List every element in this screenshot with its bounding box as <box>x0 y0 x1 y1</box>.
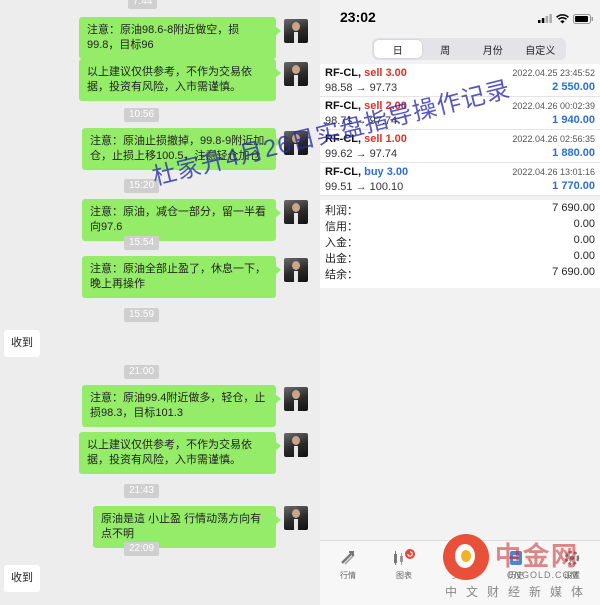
message-bubble[interactable]: 注意：原油，减仓一部分，留一半看向97.6 <box>82 199 281 241</box>
timestamp: 10:56 <box>124 108 160 122</box>
avatar[interactable] <box>284 200 308 224</box>
trade-prices: 99.51 → 100.10 <box>325 181 404 193</box>
message-bubble[interactable]: 注意：原油全部止盈了，休息一下，晚上再操作 <box>82 256 281 298</box>
status-clock: 23:02 <box>340 9 376 25</box>
timestamp: 15:59 <box>124 308 160 322</box>
summary-row-withdrawal: 出金： 0.00 <box>320 248 600 265</box>
trade-profit: 2 550.00 <box>552 81 595 93</box>
message-bubble[interactable]: 注意：原油99.4附近做多，轻仓，止损98.3，目标101.3 <box>82 385 281 427</box>
tab-week[interactable]: 周 <box>422 40 470 58</box>
summary-row-deposit: 入金： 0.00 <box>320 232 600 249</box>
timestamp: 22:09 <box>124 542 160 556</box>
avatar[interactable] <box>284 387 308 411</box>
trade-time: 2022.04.26 02:56:35 <box>512 134 595 144</box>
trade-row[interactable]: RF-CL, buy 3.00 2022.04.26 13:01:16 99.5… <box>320 163 600 196</box>
summary-row-credit: 信用： 0.00 <box>320 216 600 233</box>
message-bubble[interactable]: 注意：原油98.6-8附近做空，损99.8，目标96 <box>79 17 281 59</box>
trade-prices: 98.58 → 97.73 <box>325 82 398 94</box>
trade-profit: 1 770.00 <box>552 180 595 192</box>
logo-cn-text: 中金网 <box>495 541 580 571</box>
message-bubble[interactable]: 以上建议仅供参考，不作为交易依据，投资有风险，入市需谨慎。 <box>79 59 281 101</box>
timestamp: 15:54 <box>124 236 160 250</box>
summary-label: 结余： <box>325 269 358 281</box>
summary-value: 0.00 <box>573 218 595 230</box>
summary-value: 0.00 <box>573 234 595 246</box>
trade-side: buy 3.00 <box>364 166 409 178</box>
nav-chart[interactable]: 图表 <box>384 549 424 581</box>
received-message[interactable]: 收到 <box>4 330 40 357</box>
cngold-logo: 中金网 CNGOLD.COM 中文财经新媒体 <box>437 530 600 605</box>
message-bubble[interactable]: 以上建议仅供参考，不作为交易依据，投资有风险，入市需谨慎。 <box>79 432 281 474</box>
chat-panel[interactable]: 7:44 注意：原油98.6-8附近做空，损99.8，目标96 以上建议仅供参考… <box>0 0 320 605</box>
avatar[interactable] <box>284 19 308 43</box>
trade-time: 2022.04.25 23:45:52 <box>512 68 595 78</box>
message-bubble[interactable]: 原油是這 小止盈 行情动荡方向有点不明 <box>93 506 281 548</box>
trade-profit: 1 880.00 <box>552 147 595 159</box>
summary-value: 7 690.00 <box>552 202 595 214</box>
tab-month[interactable]: 月份 <box>469 40 517 58</box>
chart-icon <box>394 549 415 565</box>
trade-time: 2022.04.26 13:01:16 <box>512 167 595 177</box>
tab-day[interactable]: 日 <box>374 40 422 58</box>
trade-profit: 1 940.00 <box>552 114 595 126</box>
account-summary: 利润： 7 690.00 信用： 0.00 入金： 0.00 出金： 0.00 … <box>320 200 600 288</box>
trade-side: sell 3.00 <box>364 67 407 79</box>
trade-prices: 99.62 → 97.74 <box>325 148 398 160</box>
nav-label: 行情 <box>340 571 356 580</box>
logo-mark-icon <box>443 534 489 580</box>
logo-tagline: 中文财经新媒体 <box>445 585 593 599</box>
avatar[interactable] <box>284 506 308 530</box>
nav-quotes[interactable]: 行情 <box>328 549 368 581</box>
timestamp: 21:00 <box>124 365 160 379</box>
logo-en-text: CNGOLD.COM <box>507 570 580 580</box>
summary-row-profit: 利润： 7 690.00 <box>320 200 600 217</box>
wifi-icon <box>556 14 569 24</box>
summary-value: 0.00 <box>573 250 595 262</box>
signal-icon <box>538 14 552 23</box>
status-bar: 23:02 <box>320 0 600 34</box>
avatar[interactable] <box>284 62 308 86</box>
summary-value: 7 690.00 <box>552 266 595 278</box>
summary-row-balance: 结余： 7 690.00 <box>320 264 600 281</box>
quotes-icon <box>341 551 355 565</box>
nav-label: 图表 <box>396 571 412 580</box>
avatar[interactable] <box>284 433 308 457</box>
avatar[interactable] <box>284 258 308 282</box>
timestamp: 7:44 <box>128 0 158 9</box>
received-message[interactable]: 收到 <box>4 565 40 592</box>
timestamp: 21:43 <box>124 484 160 498</box>
period-tabs: 日 周 月份 自定义 <box>372 38 566 60</box>
trade-symbol: RF-CL, <box>325 166 362 178</box>
battery-icon <box>573 14 593 24</box>
tab-custom[interactable]: 自定义 <box>517 40 565 58</box>
trade-symbol: RF-CL, <box>325 67 362 79</box>
trade-time: 2022.04.26 00:02:39 <box>512 101 595 111</box>
